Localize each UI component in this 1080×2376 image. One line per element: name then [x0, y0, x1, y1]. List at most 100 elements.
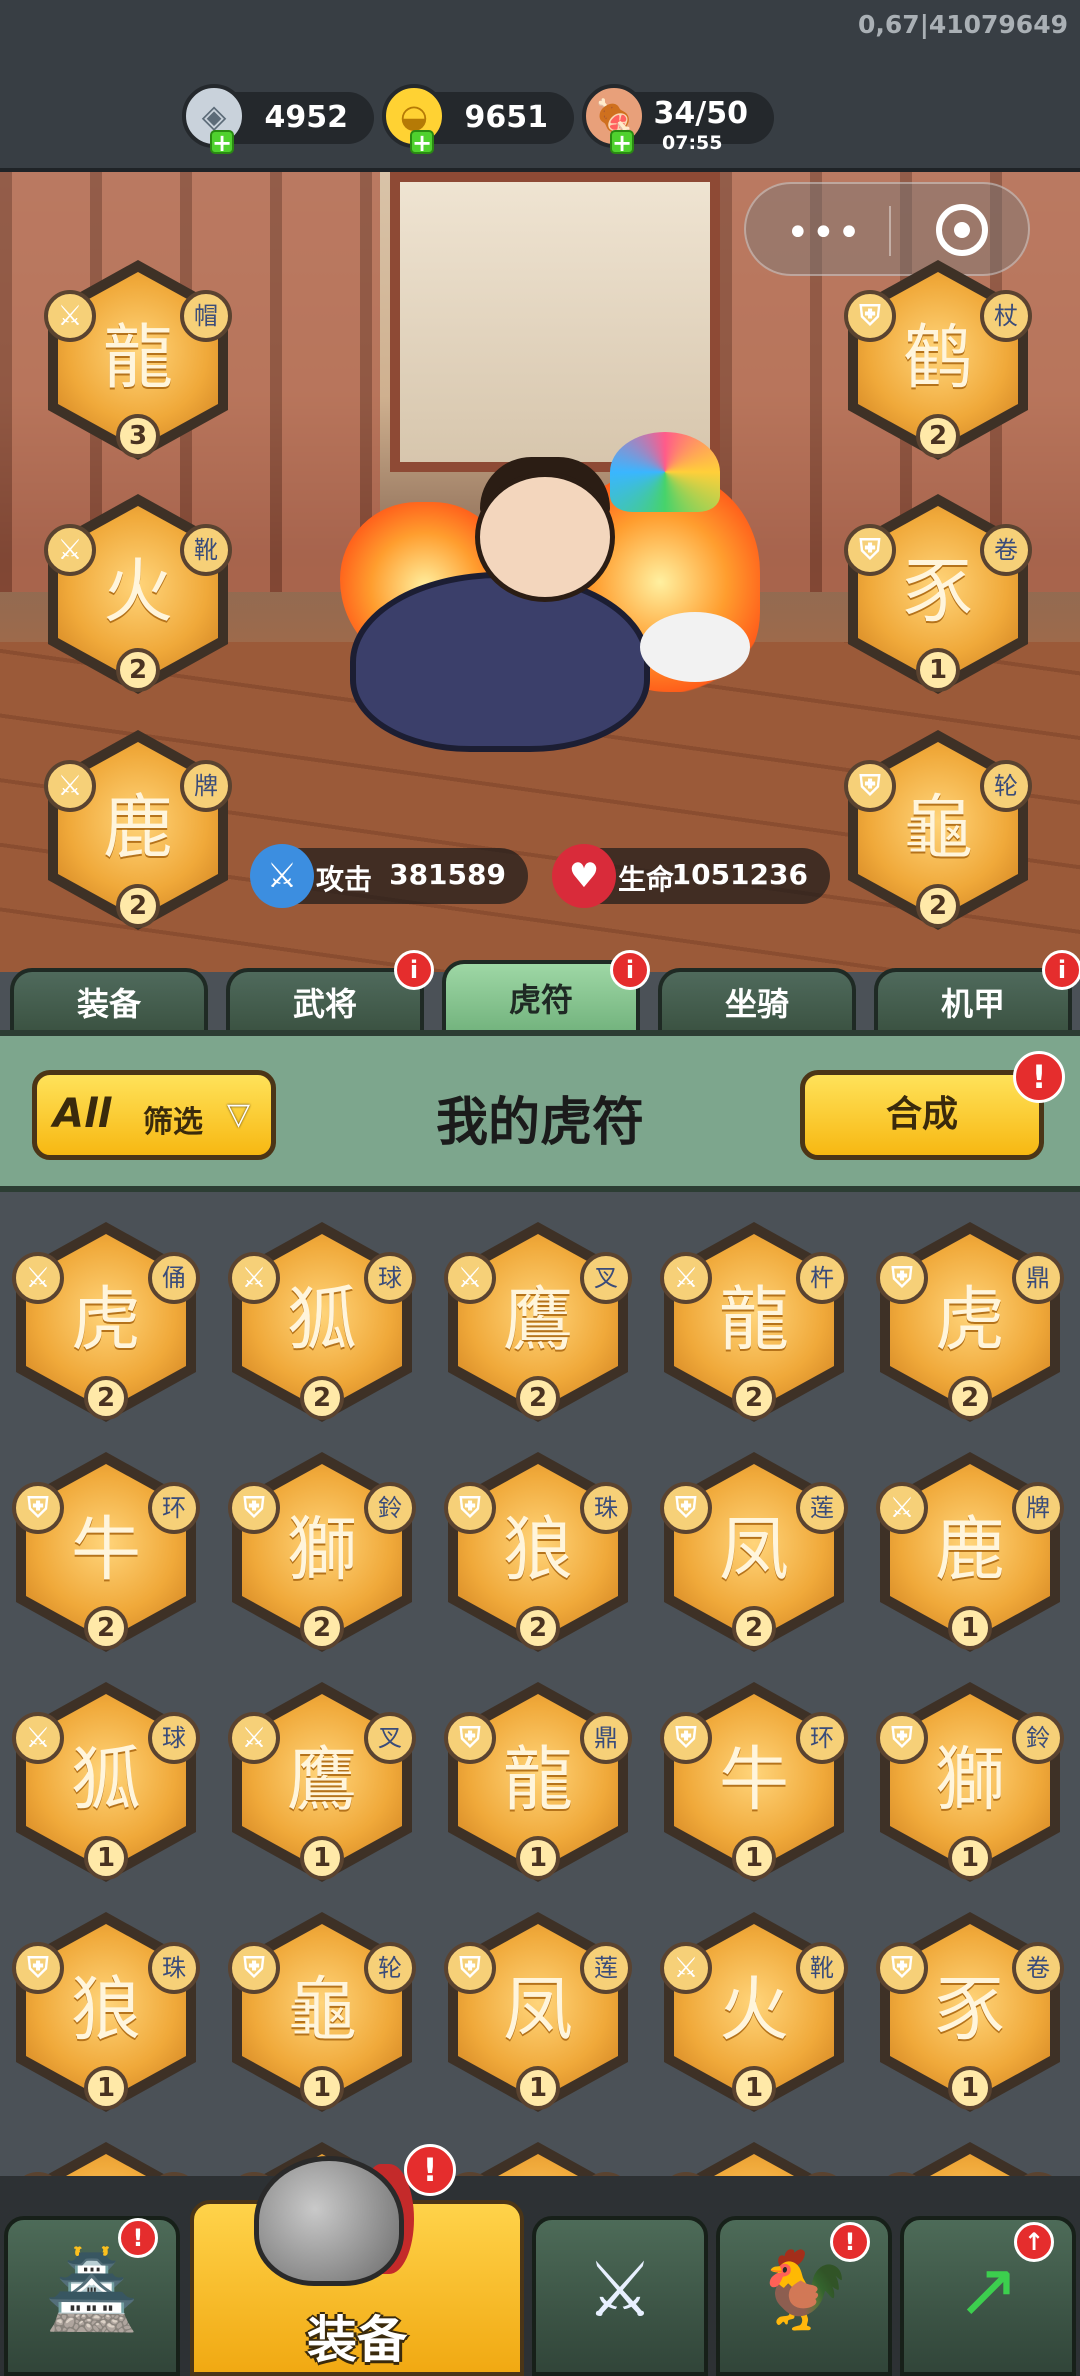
tab-tiger-tally[interactable]: 虎符 i	[442, 950, 650, 1038]
tally-item[interactable]: 牛 ⛨ 环 1	[660, 1682, 848, 1882]
tab-label: 机甲	[940, 985, 1005, 1023]
gear-slot-icon: 环	[796, 1712, 848, 1764]
nav-upgrade[interactable]: ↗ ↑	[900, 2216, 1076, 2376]
beast-emblem-icon: 狐	[71, 1738, 141, 1821]
tally-item[interactable]: 狼 ⛨ 珠 2	[444, 1452, 632, 1652]
capsule-divider	[889, 206, 891, 256]
equipped-slot-right-1[interactable]: 鹤 ⛨ 杖 2	[844, 260, 1032, 460]
tally-item[interactable]: 鷹 ⚔ 叉 1	[228, 1682, 416, 1882]
equipped-slot-right-2[interactable]: 豕 ⛨ 卷 1	[844, 494, 1032, 694]
hero-head	[475, 472, 615, 602]
nav-equipment[interactable]: 装备 !	[190, 2144, 524, 2376]
more-menu-icon[interactable]: •••	[786, 210, 863, 256]
filter-all-label: All	[53, 1091, 112, 1137]
gold-resource[interactable]: ◒ + 9651	[382, 84, 574, 155]
stamina-resource[interactable]: 🍖 + 34/50 07:55	[582, 84, 774, 155]
wheel-gear-icon: 轮	[980, 760, 1032, 812]
deer-emblem-icon: 鹿	[103, 786, 173, 869]
tab-equipment[interactable]: 装备	[10, 968, 208, 1038]
attack-label: 攻击	[316, 863, 373, 896]
lotus-icon	[610, 432, 720, 512]
add-stamina-button[interactable]: +	[610, 130, 634, 155]
hp-label: 生命	[618, 863, 675, 896]
add-gold-button[interactable]: +	[410, 130, 434, 155]
nav-castle[interactable]: 🏯 !	[4, 2216, 180, 2376]
tally-item[interactable]: 虎 ⛨ 鼎 2	[876, 1222, 1064, 1422]
level-badge: 3	[116, 414, 160, 458]
beast-emblem-icon: 龍	[719, 1278, 789, 1361]
chevron-down-icon: ▽	[227, 1097, 251, 1132]
level-badge: 1	[300, 1836, 344, 1880]
upgrade-badge: ↑	[1014, 2222, 1054, 2262]
tally-item[interactable]: 豕 ⛨ 卷 1	[876, 1912, 1064, 2112]
gear-slot-icon: 鈴	[364, 1482, 416, 1534]
tab-generals[interactable]: 武将 i	[226, 950, 434, 1038]
crane-companion	[640, 612, 750, 682]
equipped-slot-left-1[interactable]: 龍 ⚔ 帽 3	[44, 260, 232, 460]
tally-item[interactable]: 龍 ⚔ 杵 2	[660, 1222, 848, 1422]
tally-item[interactable]: 鷹 ⚔ 叉 2	[444, 1222, 632, 1422]
type-icon: ⛨	[444, 1712, 496, 1764]
close-circle-icon[interactable]	[936, 204, 988, 256]
attack-type-icon: ⚔	[44, 290, 96, 342]
beast-emblem-icon: 鷹	[287, 1738, 357, 1821]
beast-emblem-icon: 虎	[71, 1278, 141, 1361]
tally-item[interactable]: 獅 ⛨ 鈴 2	[228, 1452, 416, 1652]
level-badge: 1	[948, 1606, 992, 1650]
alert-badge: !	[404, 2144, 456, 2196]
type-icon: ⛨	[12, 1482, 64, 1534]
beast-emblem-icon: 狼	[503, 1508, 573, 1591]
hat-gear-icon: 帽	[180, 290, 232, 342]
tally-item[interactable]: 龜 ⛨ 轮 1	[228, 1912, 416, 2112]
gear-slot-icon: 叉	[580, 1252, 632, 1304]
gear-slot-icon: 莲	[796, 1482, 848, 1534]
add-silver-button[interactable]: +	[210, 130, 234, 155]
tally-item[interactable]: 狐 ⚔ 球 1	[12, 1682, 200, 1882]
alert-badge: !	[118, 2218, 158, 2258]
gear-slot-icon: 球	[148, 1712, 200, 1764]
nav-equipment-label: 装备	[307, 2311, 407, 2369]
level-badge: 2	[516, 1376, 560, 1420]
type-icon: ⛨	[660, 1482, 712, 1534]
type-icon: ⛨	[228, 1482, 280, 1534]
level-badge: 1	[516, 2066, 560, 2110]
tally-item[interactable]: 虎 ⚔ 俑 2	[12, 1222, 200, 1422]
tally-item[interactable]: 狼 ⛨ 珠 1	[12, 1912, 200, 2112]
boar-emblem-icon: 豕	[903, 550, 973, 633]
filter-button[interactable]: All 筛选 ▽	[32, 1070, 276, 1160]
tab-mecha[interactable]: 机甲 i	[874, 950, 1080, 1038]
type-icon: ⚔	[660, 1252, 712, 1304]
type-icon: ⛨	[12, 1942, 64, 1994]
staff-gear-icon: 杖	[980, 290, 1032, 342]
tally-item[interactable]: 凤 ⛨ 莲 2	[660, 1452, 848, 1652]
level-badge: 1	[516, 1836, 560, 1880]
beast-emblem-icon: 鹿	[935, 1508, 1005, 1591]
gear-slot-icon: 靴	[796, 1942, 848, 1994]
type-icon: ⚔	[876, 1482, 928, 1534]
defense-type-icon: ⛨	[844, 760, 896, 812]
nav-battle[interactable]: ⚔	[532, 2216, 708, 2376]
gear-slot-icon: 俑	[148, 1252, 200, 1304]
tally-item[interactable]: 火 ⚔ 靴 1	[660, 1912, 848, 2112]
equipped-slot-left-3[interactable]: 鹿 ⚔ 牌 2	[44, 730, 232, 930]
scroll-gear-icon: 卷	[980, 524, 1032, 576]
type-icon: ⚔	[444, 1252, 496, 1304]
tally-item[interactable]: 龍 ⛨ 鼎 1	[444, 1682, 632, 1882]
level-badge: 1	[916, 648, 960, 692]
merge-button[interactable]: 合成 !	[800, 1051, 1065, 1160]
tally-item[interactable]: 獅 ⛨ 鈴 1	[876, 1682, 1064, 1882]
tally-item[interactable]: 凤 ⛨ 莲 1	[444, 1912, 632, 2112]
gear-slot-icon: 环	[148, 1482, 200, 1534]
hero-character[interactable]	[310, 362, 790, 792]
tally-item[interactable]: 鹿 ⚔ 牌 1	[876, 1452, 1064, 1652]
silver-resource[interactable]: ◈ + 4952	[182, 84, 374, 155]
level-badge: 1	[300, 2066, 344, 2110]
equipped-slot-left-2[interactable]: 火 ⚔ 靴 2	[44, 494, 232, 694]
beast-emblem-icon: 狐	[287, 1278, 357, 1361]
tab-mounts[interactable]: 坐骑	[658, 968, 856, 1038]
nav-heroes[interactable]: 🐓 !	[716, 2216, 892, 2376]
equipped-slot-right-3[interactable]: 龜 ⛨ 轮 2	[844, 730, 1032, 930]
tally-item[interactable]: 狐 ⚔ 球 2	[228, 1222, 416, 1422]
level-badge: 2	[916, 414, 960, 458]
tally-item[interactable]: 牛 ⛨ 环 2	[12, 1452, 200, 1652]
